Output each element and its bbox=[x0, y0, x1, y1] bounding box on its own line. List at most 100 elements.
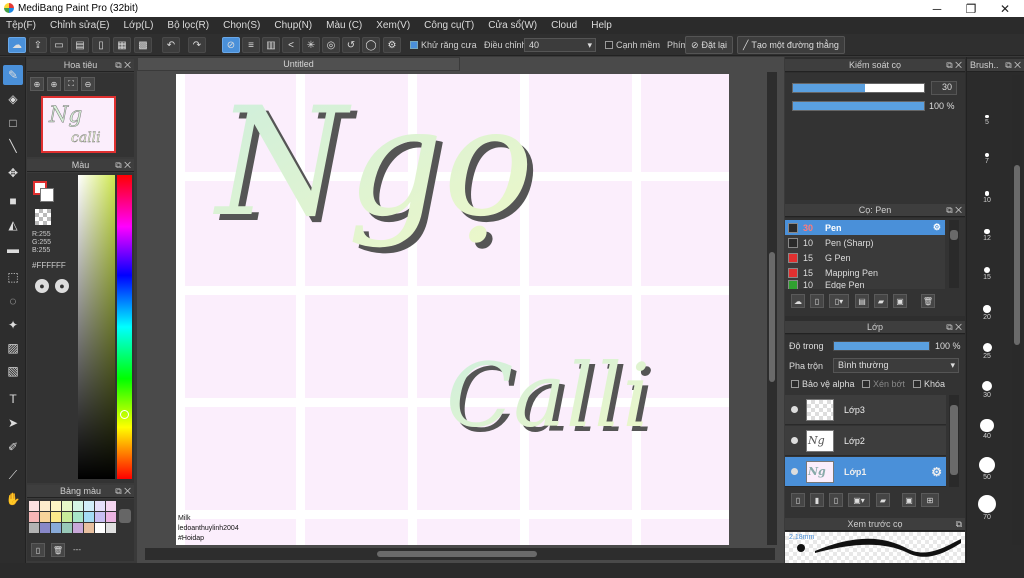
brush-size-option[interactable]: 12 bbox=[967, 229, 1007, 242]
brush-item-g-pen[interactable]: 15 G Pen bbox=[785, 250, 945, 265]
menu-cloud[interactable]: Cloud bbox=[551, 20, 577, 31]
pages-icon[interactable]: ▦ bbox=[113, 37, 131, 53]
palette-swatch-grid[interactable] bbox=[29, 501, 117, 541]
soft-edge-checkbox[interactable] bbox=[605, 41, 613, 49]
brush-tool-icon[interactable]: ✎ bbox=[3, 65, 23, 85]
palette-swatch[interactable] bbox=[29, 523, 39, 533]
brush-size-option[interactable]: 50 bbox=[967, 457, 1007, 481]
magic-wand-icon[interactable]: ✦ bbox=[3, 315, 23, 335]
visibility-eye-icon[interactable] bbox=[791, 437, 798, 444]
select-eraser-icon[interactable]: ▧ bbox=[3, 361, 23, 381]
palette-swatch[interactable] bbox=[95, 501, 105, 511]
new-bitmap-layer-icon[interactable]: ▯ bbox=[829, 493, 843, 507]
brush-size-option[interactable]: 7 bbox=[967, 153, 1007, 165]
minimize-button[interactable]: ─ bbox=[920, 0, 954, 17]
layer-row-1[interactable]: Ng Lớp1 ⚙ bbox=[785, 457, 946, 487]
brush-list-scrollbar[interactable] bbox=[949, 220, 959, 288]
redo-icon[interactable]: ↷ bbox=[188, 37, 206, 53]
create-line-button[interactable]: ╱ Tạo một đường thẳng bbox=[737, 36, 845, 54]
gear-icon[interactable]: ⚙ bbox=[931, 465, 942, 479]
antialias-option[interactable]: Khử răng cưa bbox=[410, 40, 477, 50]
brush-folder-icon[interactable]: ▰ bbox=[874, 294, 888, 308]
document-tab[interactable]: Untitled bbox=[137, 57, 460, 71]
new-layer-icon[interactable]: ▯ bbox=[791, 493, 805, 507]
merge-layer-icon[interactable]: ⊞ bbox=[921, 493, 939, 507]
panel-controls[interactable]: ⧉ ✕ bbox=[946, 59, 962, 72]
cross-snap-icon[interactable]: ▥ bbox=[262, 37, 280, 53]
lasso-tool-icon[interactable]: ◌ bbox=[3, 291, 23, 311]
brush-size-option[interactable]: 10 bbox=[967, 191, 1007, 204]
new-brush-icon[interactable]: ▯ bbox=[810, 294, 824, 308]
palette-swatch[interactable] bbox=[51, 512, 61, 522]
share-icon[interactable]: ⇪ bbox=[29, 37, 47, 53]
brush-settings-icon[interactable]: ▤ bbox=[855, 294, 869, 308]
layer-folder-icon[interactable]: ▰ bbox=[876, 493, 890, 507]
palette-swatch[interactable] bbox=[106, 523, 116, 533]
panel-controls[interactable]: ⧉ bbox=[956, 518, 962, 531]
palette-swatch[interactable] bbox=[95, 523, 105, 533]
undo-icon[interactable]: ↶ bbox=[162, 37, 180, 53]
pen-tool-icon[interactable]: ╲ bbox=[3, 136, 23, 156]
canvas-horizontal-scroll-thumb[interactable] bbox=[377, 551, 537, 557]
brush-size-option[interactable]: 70 bbox=[967, 495, 1007, 521]
palette-scrollbar[interactable] bbox=[119, 509, 131, 523]
brush-size-option[interactable]: 40 bbox=[967, 419, 1007, 440]
visibility-eye-icon[interactable] bbox=[791, 406, 798, 413]
palette-swatch[interactable] bbox=[84, 523, 94, 533]
antialias-checkbox[interactable] bbox=[410, 41, 418, 49]
zoom-in-icon[interactable]: ⊕ bbox=[30, 77, 44, 91]
menu-color[interactable]: Màu (C) bbox=[326, 20, 362, 31]
fill-rect-tool-icon[interactable]: ■ bbox=[3, 191, 23, 211]
correction-dropdown[interactable]: 40 ▾ bbox=[524, 38, 596, 52]
palette-swatch[interactable] bbox=[95, 512, 105, 522]
operation-tool-icon[interactable]: ➤ bbox=[3, 413, 23, 433]
eyedropper-tool-icon[interactable]: ⟋ bbox=[3, 465, 23, 485]
brush-size-scrollbar[interactable] bbox=[1012, 75, 1022, 545]
panel-controls[interactable]: ⧉ ✕ bbox=[115, 159, 131, 172]
select-pen-icon[interactable]: ▨ bbox=[3, 338, 23, 358]
brush-size-value[interactable]: 30 bbox=[931, 81, 957, 95]
select-tool-icon[interactable]: ⬚ bbox=[3, 267, 23, 287]
hand-tool-icon[interactable]: ✋ bbox=[3, 489, 23, 509]
navigator-thumbnail[interactable]: Ng calli bbox=[41, 96, 116, 153]
palette-swatch[interactable] bbox=[29, 512, 39, 522]
gradient-tool-icon[interactable]: ▬ bbox=[3, 239, 23, 259]
eraser-tool-icon[interactable]: ◈ bbox=[3, 89, 23, 109]
palette-swatch[interactable] bbox=[62, 523, 72, 533]
brush-list-scroll-thumb[interactable] bbox=[950, 230, 958, 240]
parallel-snap-icon[interactable]: ≡ bbox=[242, 37, 260, 53]
secondary-color-swatch[interactable] bbox=[40, 188, 54, 202]
canvas-vertical-scroll-thumb[interactable] bbox=[769, 252, 775, 382]
brush-size-slider[interactable] bbox=[792, 83, 925, 93]
zoom-in-icon-2[interactable]: ⊕ bbox=[47, 77, 61, 91]
layer-list-scrollbar[interactable] bbox=[949, 395, 959, 487]
layer-row-3[interactable]: Lớp3 bbox=[785, 395, 946, 425]
palette-swatch[interactable] bbox=[106, 501, 116, 511]
brush-item-edge-pen[interactable]: 10 Edge Pen bbox=[785, 280, 945, 289]
canvas-vertical-scrollbar[interactable] bbox=[767, 72, 777, 545]
palette-swatch[interactable] bbox=[51, 501, 61, 511]
palette-swatch[interactable] bbox=[73, 501, 83, 511]
palette-swatch[interactable] bbox=[84, 501, 94, 511]
grid-view-icon[interactable]: ▩ bbox=[134, 37, 152, 53]
menu-select[interactable]: Chọn(S) bbox=[223, 20, 260, 31]
panel-controls[interactable]: ⧉ ✕ bbox=[1005, 59, 1021, 72]
palette-swatch[interactable] bbox=[84, 512, 94, 522]
brush-item-pen-sharp[interactable]: 10 Pen (Sharp) bbox=[785, 235, 945, 250]
brush-size-option[interactable]: 25 bbox=[967, 343, 1007, 360]
new-palette-icon[interactable]: ▯ bbox=[31, 543, 45, 557]
chat-icon[interactable]: ▤ bbox=[71, 37, 89, 53]
menu-view[interactable]: Xem(V) bbox=[376, 20, 410, 31]
hue-handle[interactable] bbox=[120, 410, 129, 419]
clipping-option[interactable]: Xén bớt bbox=[862, 379, 905, 389]
layer-row-2[interactable]: Ng Lớp2 bbox=[785, 426, 946, 456]
panel-controls[interactable]: ⧉ ✕ bbox=[115, 485, 131, 498]
lock-checkbox[interactable] bbox=[913, 380, 921, 388]
panel-controls[interactable]: ⧉ ✕ bbox=[946, 321, 962, 334]
delete-palette-icon[interactable]: 🗑 bbox=[51, 543, 65, 557]
protect-alpha-option[interactable]: Bảo vệ alpha bbox=[791, 379, 855, 389]
page-icon[interactable]: ▯ bbox=[92, 37, 110, 53]
brush-size-option[interactable]: 30 bbox=[967, 381, 1007, 399]
menu-file[interactable]: Tệp(F) bbox=[6, 20, 36, 31]
vanishing-snap-icon[interactable]: < bbox=[282, 37, 300, 53]
